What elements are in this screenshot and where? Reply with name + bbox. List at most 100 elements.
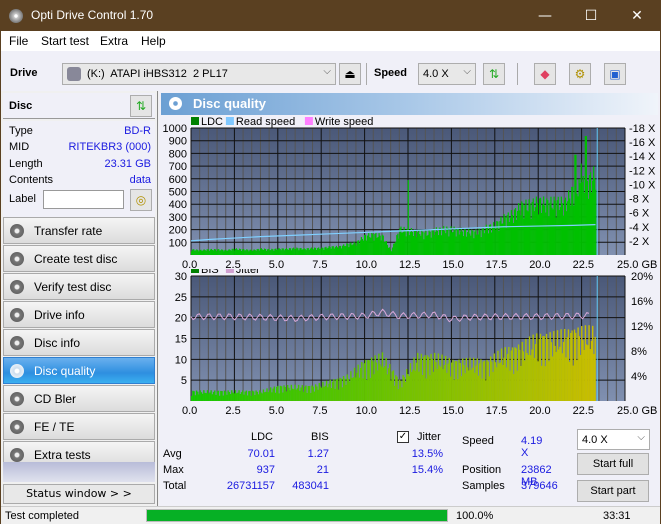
ldc-bar — [374, 234, 376, 255]
ldc-bar — [373, 240, 375, 255]
menu-extra[interactable]: Extra — [100, 34, 128, 48]
bis-bar — [406, 369, 408, 401]
bis-bar — [503, 357, 505, 401]
ldc-bar — [306, 248, 308, 255]
ldc-bar — [576, 193, 578, 255]
bis-bar — [483, 360, 486, 401]
ldc-bar — [447, 228, 449, 255]
menu-help[interactable]: Help — [141, 34, 166, 48]
legend-swatch — [225, 269, 234, 273]
toolbar-divider — [366, 63, 367, 85]
drive-icon — [67, 67, 81, 81]
save-icon[interactable]: ▣ — [604, 63, 626, 85]
test-speed-select[interactable]: 4.0 X ⌵ — [577, 429, 650, 450]
ldc-bar — [218, 249, 220, 255]
ldc-bar — [585, 136, 587, 255]
ldc-bar — [480, 237, 482, 255]
y-tick-label: 20 — [175, 313, 187, 325]
y-tick-label: 500 — [169, 187, 187, 199]
bis-bar — [435, 361, 437, 401]
drive-select[interactable]: (K:) ATAPI iHBS312 2 PL17 ⌵ — [62, 63, 336, 85]
nav-create-test-disc[interactable]: Create test disc — [3, 245, 155, 272]
refresh-icon[interactable]: ⇅ — [483, 63, 505, 85]
bis-bar — [403, 377, 406, 401]
ldc-bar — [589, 172, 592, 255]
ldc-bar — [230, 250, 232, 255]
disc-refresh-icon[interactable]: ⇅ — [130, 95, 152, 117]
start-full-button[interactable]: Start full — [577, 453, 649, 475]
length-value: 23.31 GB — [104, 158, 151, 170]
minimize-button[interactable]: — — [522, 1, 568, 31]
ldc-bar — [584, 136, 586, 255]
bis-bar — [340, 378, 342, 401]
ldc-bar — [526, 210, 528, 255]
menu-start-test[interactable]: Start test — [41, 34, 89, 48]
bis-bar — [254, 395, 256, 401]
status-window-button[interactable]: Status window > > — [3, 484, 155, 504]
ldc-bar — [262, 250, 265, 255]
ldc-bar — [224, 249, 226, 255]
ldc-bar — [527, 211, 529, 255]
bis-bar — [367, 359, 369, 401]
eraser-icon[interactable]: ◆ — [534, 63, 556, 85]
ldc-bar — [482, 226, 484, 255]
ldc-bar — [346, 243, 348, 255]
ldc-bar — [569, 198, 571, 255]
ldc-bar — [435, 227, 437, 255]
settings-gears-icon[interactable]: ⚙ — [569, 63, 591, 85]
bis-bar — [402, 375, 404, 401]
bis-bar — [199, 390, 201, 401]
ldc-bar — [559, 207, 561, 255]
bis-bar — [451, 362, 453, 401]
toolbar: Drive (K:) ATAPI iHBS312 2 PL17 ⌵ ⏏ Spee… — [1, 51, 660, 91]
ldc-bar — [210, 248, 213, 255]
close-button[interactable]: ✕ — [614, 1, 660, 31]
bis-bar — [412, 369, 414, 401]
bis-bar — [323, 386, 325, 401]
ldc-bar — [350, 242, 352, 255]
bis-bar — [211, 394, 214, 401]
nav-disc-quality[interactable]: Disc quality — [3, 357, 155, 384]
bis-bar — [527, 355, 529, 401]
ldc-bar — [376, 237, 378, 255]
nav-cd-bler[interactable]: CD Bler — [3, 385, 155, 412]
speed-select[interactable]: 4.0 X ⌵ — [418, 63, 476, 85]
bis-bar — [494, 362, 497, 401]
ldc-bar — [343, 244, 345, 255]
bis-bar — [283, 385, 285, 401]
eject-button[interactable]: ⏏ — [339, 63, 361, 85]
maximize-button[interactable]: ☐ — [568, 1, 614, 31]
ldc-bar — [573, 205, 575, 255]
bis-bar — [556, 330, 559, 401]
disc-label-icon[interactable]: ◎ — [130, 189, 152, 211]
ldc-bar — [509, 218, 511, 255]
bis-bar — [496, 367, 498, 401]
ldc-bar — [492, 226, 494, 255]
nav-transfer-rate[interactable]: Transfer rate — [3, 217, 155, 244]
ldc-bar — [522, 203, 524, 255]
start-part-button[interactable]: Start part — [577, 480, 649, 502]
ldc-bar — [534, 207, 536, 255]
ldc-bar — [327, 247, 329, 255]
nav-disc-info[interactable]: Disc info — [3, 329, 155, 356]
ldc-bar — [348, 247, 350, 255]
legend-swatch — [191, 269, 199, 273]
ldc-bar — [490, 232, 493, 255]
bis-bar — [555, 351, 557, 401]
ldc-bar — [426, 235, 428, 255]
ldc-bar — [538, 198, 541, 255]
bis-bar — [299, 390, 301, 401]
y-tick-label: 800 — [169, 148, 187, 160]
bis-bar — [220, 390, 222, 401]
label-input[interactable] — [43, 190, 124, 209]
nav-fe-te[interactable]: FE / TE — [3, 413, 155, 440]
bis-bar — [314, 384, 317, 401]
drive-label: Drive — [10, 67, 38, 79]
jitter-checkbox[interactable]: ✓ — [397, 431, 409, 443]
contents-value: data — [129, 174, 151, 186]
nav-drive-info[interactable]: Drive info — [3, 301, 155, 328]
nav-verify-test-disc[interactable]: Verify test disc — [3, 273, 155, 300]
menu-file[interactable]: File — [9, 34, 28, 48]
ldc-bar — [284, 249, 286, 255]
bis-bar — [415, 362, 418, 401]
